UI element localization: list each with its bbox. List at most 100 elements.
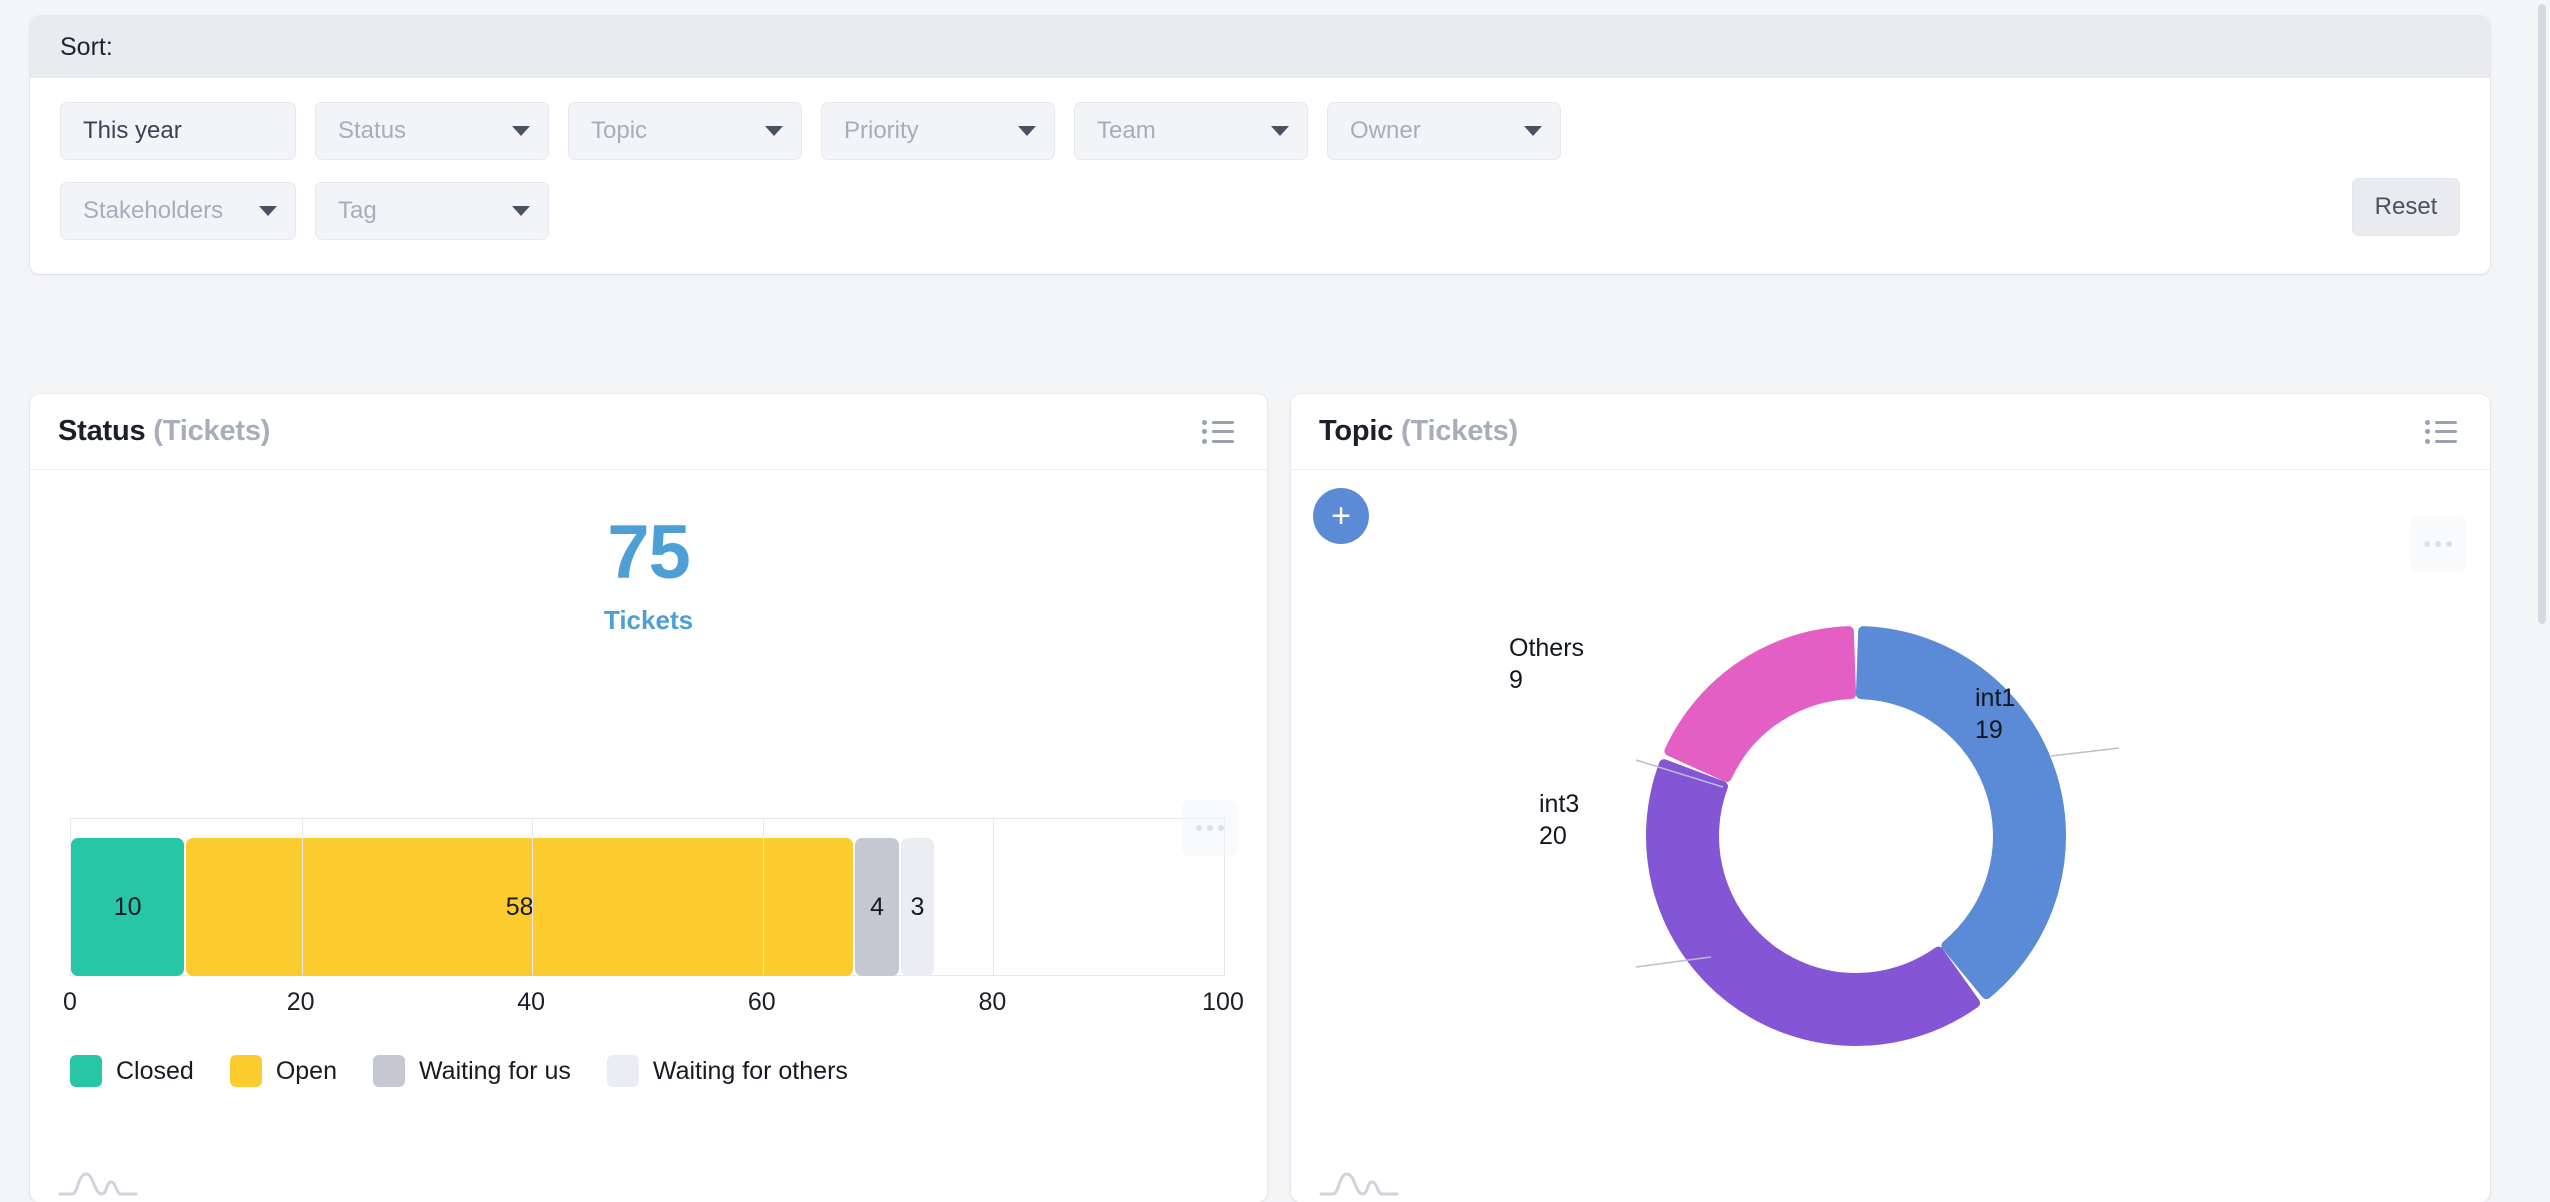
legend-swatch [70, 1055, 102, 1087]
chevron-down-icon [259, 206, 277, 216]
list-icon-dot [2425, 419, 2430, 425]
filter-owner-label: Owner [1350, 117, 1421, 144]
donut-label-int1-name: int1 [1975, 684, 2016, 712]
wave-icon [58, 1172, 138, 1196]
filter-priority[interactable]: Priority [821, 102, 1055, 160]
donut-label-int3: int3 20 [1539, 788, 1579, 852]
bar-segment[interactable]: 3 [901, 838, 934, 976]
legend-label: Waiting for others [652, 1056, 848, 1085]
filter-team-label: Team [1097, 117, 1156, 144]
list-icon-dot [1202, 438, 1207, 444]
filter-stakeholders[interactable]: Stakeholders [60, 182, 296, 240]
sort-label: Sort: [60, 32, 113, 61]
donut-slice[interactable] [1646, 759, 1981, 1046]
page-scrollbar[interactable] [2538, 4, 2546, 624]
x-axis-tick: 20 [286, 988, 315, 1016]
donut-label-int1-value: 19 [1975, 716, 2003, 744]
legend-item[interactable]: Open [229, 1055, 337, 1087]
chevron-down-icon [1524, 126, 1542, 136]
status-card-title-sub: (Tickets) [153, 415, 271, 447]
legend-label: Open [275, 1056, 337, 1085]
filter-status[interactable]: Status [315, 102, 549, 160]
bar-chart-plot: 10 58 4 3 [70, 818, 1225, 976]
filter-row-1: This year Status Topic Priority Team Own… [60, 102, 2460, 160]
kpi-block: 75 Tickets [30, 470, 1267, 636]
filter-owner[interactable]: Owner [1327, 102, 1561, 160]
legend-label: Waiting for us [419, 1056, 571, 1085]
donut-leader-line [2050, 747, 2120, 757]
dashboard-page: Sort: This year Status Topic Priority Te… [0, 0, 2550, 1202]
filter-tag[interactable]: Tag [315, 182, 549, 240]
list-icon[interactable] [2425, 419, 2458, 444]
legend-item[interactable]: Waiting for us [373, 1055, 571, 1087]
legend-item[interactable]: Waiting for others [606, 1055, 848, 1087]
topic-card-header: Topic (Tickets) [1291, 394, 2490, 470]
filter-date-range[interactable]: This year [60, 102, 296, 160]
list-icon-line [2435, 430, 2457, 433]
x-axis-tick: 80 [978, 988, 1007, 1016]
chevron-down-icon [512, 126, 530, 136]
donut-label-others: Others 9 [1509, 632, 1584, 696]
donut-slice[interactable] [1855, 626, 2066, 1000]
filter-row-2: Stakeholders Tag Reset [60, 178, 2460, 240]
legend-swatch [373, 1055, 405, 1087]
x-axis-tick: 60 [747, 988, 776, 1016]
list-icon[interactable] [1202, 419, 1235, 444]
filter-team[interactable]: Team [1074, 102, 1308, 160]
donut-slice[interactable] [1664, 626, 1857, 783]
legend-item[interactable]: Closed [70, 1055, 194, 1087]
grid-line [532, 819, 534, 975]
donut-label-others-value: 9 [1509, 666, 1523, 694]
bar-segment[interactable]: 58 [186, 838, 854, 976]
list-icon-line [1212, 439, 1234, 443]
donut-label-int3-name: int3 [1539, 790, 1580, 818]
chevron-down-icon [1018, 126, 1036, 136]
list-icon-line [2435, 439, 2457, 443]
topic-card-body: + Others 9 int1 19 int3 20 [1291, 470, 2490, 1202]
legend-swatch [606, 1055, 639, 1087]
list-icon-dot [1202, 419, 1207, 425]
topic-card-title-main: Topic [1319, 415, 1394, 447]
list-icon-line [1212, 430, 1234, 433]
bar-segment[interactable]: 10 [71, 838, 185, 976]
topic-donut-chart: Others 9 int1 19 int3 20 [1291, 470, 2490, 1202]
list-icon-dot [1202, 429, 1207, 434]
status-bar-chart: 10 58 4 3 0 20 40 60 80 100 [63, 818, 1244, 1032]
filter-stakeholders-label: Stakeholders [83, 197, 224, 224]
list-icon-line [1212, 420, 1234, 424]
filter-tag-label: Tag [338, 197, 377, 224]
bar-chart-more-button[interactable] [1182, 800, 1238, 856]
kpi-label: Tickets [603, 605, 694, 635]
dot [1196, 825, 1202, 831]
topic-card-title: Topic (Tickets) [1319, 415, 1518, 448]
dashboard-cards: Status (Tickets) 75 Tickets 10 58 4 3 0 … [30, 394, 2490, 1202]
topic-card: Topic (Tickets) + Others 9 int1 19 int3 … [1291, 394, 2490, 1202]
x-axis-tick: 0 [63, 988, 77, 1016]
bar-segments: 10 58 4 3 [71, 838, 1224, 976]
reset-button[interactable]: Reset [2352, 178, 2460, 236]
status-card-title: Status (Tickets) [58, 415, 270, 448]
bar-segment[interactable]: 4 [855, 838, 900, 976]
chevron-down-icon [1271, 126, 1289, 136]
list-icon-dot [2425, 429, 2430, 434]
status-card: Status (Tickets) 75 Tickets 10 58 4 3 0 … [30, 394, 1267, 1202]
status-card-title-main: Status [58, 415, 146, 447]
filter-topic[interactable]: Topic [568, 102, 802, 160]
donut-label-others-name: Others [1509, 634, 1585, 662]
legend-label: Closed [116, 1056, 194, 1085]
dot [1207, 825, 1213, 831]
donut-label-int3-value: 20 [1539, 822, 1567, 850]
x-axis-tick: 100 [1202, 988, 1244, 1016]
list-icon-line [2435, 420, 2457, 424]
status-chart-legend: Closed Open Waiting for us Waiting for othe… [70, 1055, 848, 1087]
filter-date-range-label: This year [83, 117, 182, 144]
filter-priority-label: Priority [844, 117, 919, 144]
kpi-number: 75 [607, 510, 691, 595]
chevron-down-icon [512, 206, 530, 216]
donut-svg [1635, 626, 2120, 1046]
filter-topic-label: Topic [591, 117, 648, 144]
bar-chart-x-axis: 0 20 40 60 80 100 [63, 988, 1244, 1032]
grid-line [762, 819, 764, 975]
filter-panel: Sort: This year Status Topic Priority Te… [30, 16, 2490, 274]
topic-card-title-sub: (Tickets) [1401, 415, 1518, 447]
